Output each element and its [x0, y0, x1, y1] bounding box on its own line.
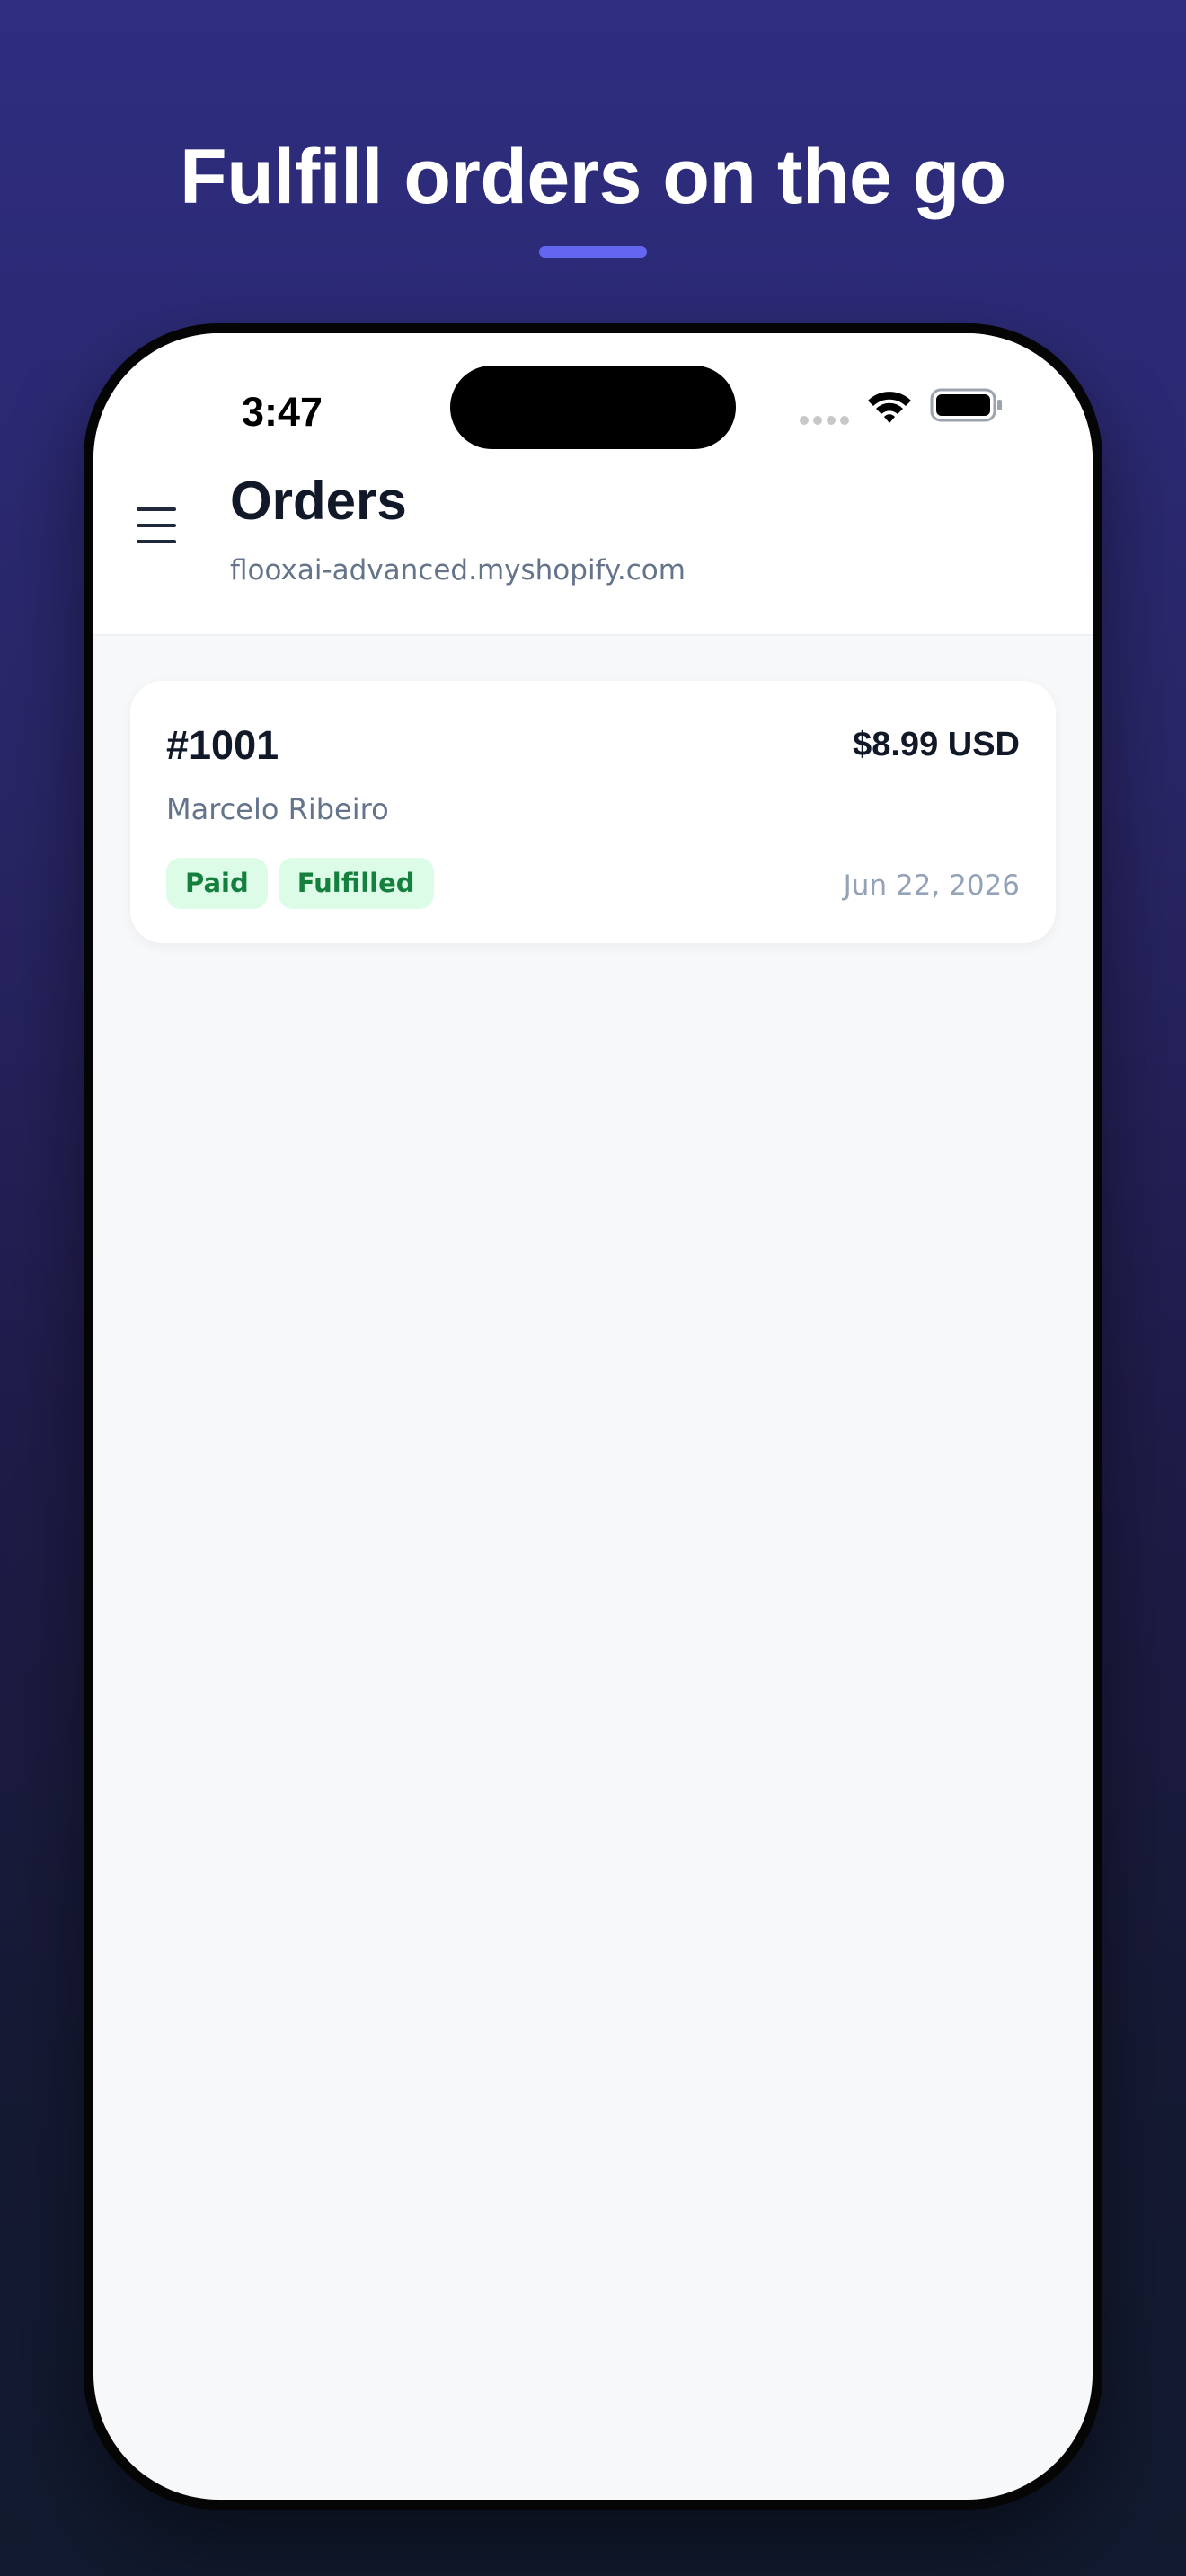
promo-headline: Fulfill orders on the go — [180, 134, 1006, 220]
order-card[interactable]: #1001 $8.99 USD Marcelo Ribeiro Paid Ful… — [130, 681, 1056, 943]
order-number: #1001 — [166, 722, 279, 768]
cellular-signal-icon — [800, 416, 849, 425]
status-time: 3:47 — [242, 389, 323, 435]
wifi-icon — [868, 392, 911, 423]
battery-icon — [930, 388, 1002, 422]
phone-frame: 3:47 Orders flooxai-advanced.myshopify.c… — [84, 323, 1102, 2510]
order-date: Jun 22, 2026 — [843, 869, 1020, 902]
order-total: $8.99 USD — [853, 726, 1020, 763]
order-badges: Paid Fulfilled — [166, 858, 434, 909]
payment-status-badge: Paid — [166, 858, 268, 909]
status-bar: 3:47 — [93, 333, 1093, 468]
hamburger-menu-icon[interactable] — [137, 507, 176, 543]
fulfillment-status-badge: Fulfilled — [278, 858, 434, 909]
dynamic-island — [450, 366, 736, 449]
orders-header: Orders flooxai-advanced.myshopify.com — [93, 468, 1093, 636]
app-screen: 3:47 Orders flooxai-advanced.myshopify.c… — [93, 333, 1093, 2500]
store-domain: flooxai-advanced.myshopify.com — [230, 554, 686, 587]
customer-name: Marcelo Ribeiro — [166, 792, 389, 826]
page-title: Orders — [230, 471, 407, 531]
headline-accent-bar — [539, 246, 647, 258]
